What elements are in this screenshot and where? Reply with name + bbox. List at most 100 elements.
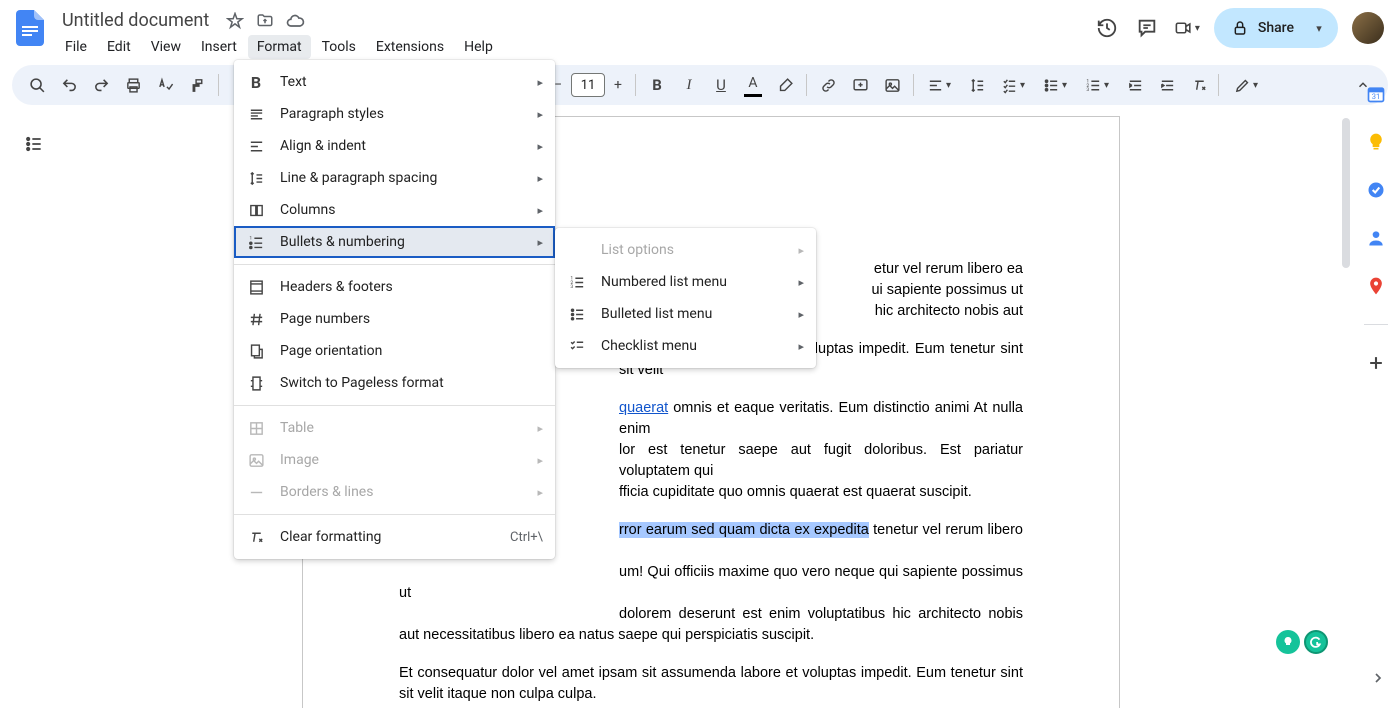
format-headers-footers[interactable]: Headers & footers	[234, 271, 555, 303]
add-addon-icon[interactable]	[1366, 353, 1386, 373]
decrease-indent-icon[interactable]	[1120, 70, 1150, 100]
format-page-numbers[interactable]: Page numbers	[234, 303, 555, 335]
contacts-icon[interactable]	[1366, 228, 1386, 248]
print-icon[interactable]	[118, 70, 148, 100]
chevron-right-icon: ▸	[798, 308, 804, 321]
body-text: fficia cupiditate quo omnis quaerat est …	[619, 484, 972, 500]
format-page-orientation[interactable]: Page orientation	[234, 335, 555, 367]
format-pageless[interactable]: Switch to Pageless format	[234, 367, 555, 399]
menu-view[interactable]: View	[142, 35, 190, 59]
bold-icon[interactable]: B	[642, 70, 672, 100]
star-icon[interactable]	[225, 11, 245, 31]
chevron-right-icon: ▸	[537, 140, 543, 153]
document-title[interactable]: Untitled document	[56, 8, 215, 33]
insert-link-icon[interactable]	[813, 70, 843, 100]
format-clear-formatting[interactable]: Clear formatting Ctrl+\	[234, 521, 555, 553]
menu-file[interactable]: File	[56, 35, 96, 59]
format-line-spacing[interactable]: Line & paragraph spacing ▸	[234, 162, 555, 194]
grammarly-suggestion-icon[interactable]	[1276, 630, 1300, 654]
submenu-numbered-list[interactable]: 123 Numbered list menu ▸	[555, 266, 816, 298]
chevron-down-icon[interactable]: ▾	[946, 80, 960, 91]
chevron-right-icon: ▸	[537, 422, 543, 435]
separator	[218, 74, 219, 96]
numbered-list-icon: 123	[567, 272, 587, 292]
spellcheck-icon[interactable]	[150, 70, 180, 100]
increase-font-size[interactable]: +	[607, 70, 629, 100]
menu-edit[interactable]: Edit	[98, 35, 140, 59]
text-color-icon[interactable]: A	[738, 70, 768, 100]
share-button[interactable]: Share ▾	[1214, 8, 1338, 48]
chevron-down-icon[interactable]: ▾	[1062, 80, 1076, 91]
chevron-down-icon[interactable]: ▾	[1253, 80, 1267, 91]
share-dropdown-icon[interactable]: ▾	[1304, 13, 1334, 43]
menu-format[interactable]: Format	[248, 35, 311, 59]
highlight-icon[interactable]	[770, 70, 800, 100]
calendar-icon[interactable]: 31	[1366, 84, 1386, 104]
menu-help[interactable]: Help	[455, 35, 502, 59]
selected-text: rror earum sed quam dicta ex expedita	[619, 522, 869, 538]
format-table: Table ▸	[234, 412, 555, 444]
italic-icon[interactable]: I	[674, 70, 704, 100]
clear-formatting-icon[interactable]	[1184, 70, 1214, 100]
scrollbar[interactable]	[1342, 118, 1350, 268]
bold-icon: B	[246, 72, 266, 92]
menu-insert[interactable]: Insert	[192, 35, 246, 59]
svg-text:1: 1	[249, 235, 252, 241]
account-avatar[interactable]	[1352, 12, 1384, 44]
submenu-bulleted-list[interactable]: Bulleted list menu ▸	[555, 298, 816, 330]
meet-icon[interactable]: ▾	[1174, 15, 1200, 41]
redo-icon[interactable]	[86, 70, 116, 100]
format-bullets-numbering[interactable]: 1 Bullets & numbering ▸	[234, 226, 555, 258]
add-comment-icon[interactable]	[845, 70, 875, 100]
toolbar: − 11 + B I U A ▾ ▾ ▾ 123▾ ▾	[12, 65, 1388, 105]
chevron-down-icon[interactable]: ▾	[1104, 80, 1118, 91]
paint-format-icon[interactable]	[182, 70, 212, 100]
docs-logo-icon[interactable]	[12, 10, 48, 46]
bullets-icon: 1	[246, 232, 266, 252]
body-text: lor est tenetur saepe aut fugit doloribu…	[619, 442, 1023, 479]
chevron-right-icon: ▸	[537, 486, 543, 499]
search-menus-icon[interactable]	[22, 70, 52, 100]
separator	[913, 74, 914, 96]
format-text[interactable]: B Text ▸	[234, 66, 555, 98]
image-icon	[246, 450, 266, 470]
show-outline-icon[interactable]	[18, 128, 50, 160]
insert-image-icon[interactable]	[877, 70, 907, 100]
history-icon[interactable]	[1094, 15, 1120, 41]
font-size-input[interactable]: 11	[571, 73, 605, 97]
grammarly-icon[interactable]	[1304, 630, 1328, 654]
chevron-down-icon[interactable]: ▾	[1020, 80, 1034, 91]
maps-icon[interactable]	[1366, 276, 1386, 296]
paragraph-icon	[246, 104, 266, 124]
cloud-status-icon[interactable]	[285, 11, 305, 31]
format-paragraph-styles[interactable]: Paragraph styles ▸	[234, 98, 555, 130]
hide-side-panel-icon[interactable]	[1370, 670, 1386, 686]
submenu-checklist[interactable]: Checklist menu ▸	[555, 330, 816, 362]
divider	[234, 405, 555, 406]
svg-text:3: 3	[1086, 87, 1089, 93]
body-text: Et consequatur dolor vel amet ipsam sit …	[399, 663, 1023, 705]
lock-icon	[1232, 20, 1248, 36]
bulleted-list-icon	[567, 304, 587, 324]
body-text: ui sapiente possimus ut	[871, 282, 1023, 298]
menu-tools[interactable]: Tools	[313, 35, 365, 59]
menu-extensions[interactable]: Extensions	[367, 35, 453, 59]
format-columns[interactable]: Columns ▸	[234, 194, 555, 226]
underline-icon[interactable]: U	[706, 70, 736, 100]
increase-indent-icon[interactable]	[1152, 70, 1182, 100]
hyperlink[interactable]: quaerat	[619, 400, 668, 416]
format-menu-dropdown: B Text ▸ Paragraph styles ▸ Align & inde…	[234, 60, 555, 559]
page-numbers-icon	[246, 309, 266, 329]
move-icon[interactable]	[255, 11, 275, 31]
format-align-indent[interactable]: Align & indent ▸	[234, 130, 555, 162]
checklist-icon	[567, 336, 587, 356]
tasks-icon[interactable]	[1366, 180, 1386, 200]
body-text: omnis et eaque veritatis. Eum distinctio…	[619, 400, 1023, 437]
comments-icon[interactable]	[1134, 15, 1160, 41]
undo-icon[interactable]	[54, 70, 84, 100]
chevron-right-icon: ▸	[537, 454, 543, 467]
line-spacing-icon[interactable]	[962, 70, 992, 100]
bullets-numbering-submenu: List options ▸ 123 Numbered list menu ▸ …	[555, 228, 816, 368]
keep-icon[interactable]	[1366, 132, 1386, 152]
chevron-right-icon: ▸	[798, 276, 804, 289]
